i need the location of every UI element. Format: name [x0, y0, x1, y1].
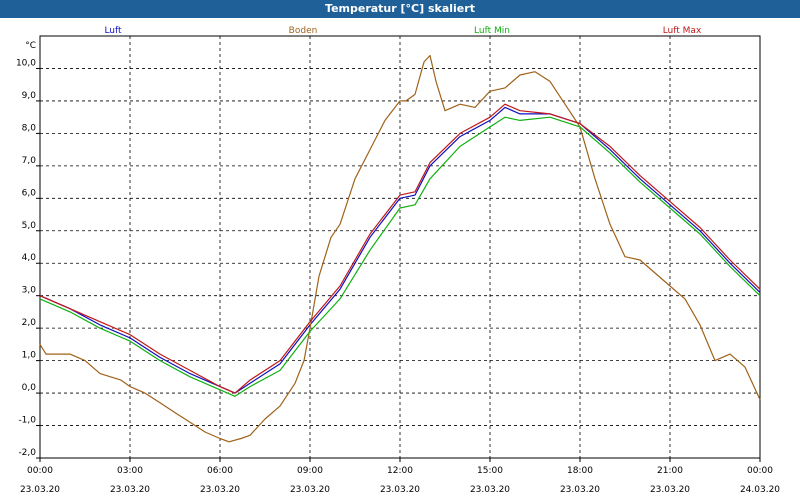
- y-tick-label: 0,0: [22, 383, 37, 393]
- legend-label-luft-max: Luft Max: [663, 26, 702, 36]
- legend-label-luft-min: Luft Min: [474, 26, 510, 36]
- y-tick-label: -2,0: [18, 448, 36, 458]
- y-tick-label: 5,0: [22, 221, 37, 231]
- x-tick-date: 23.03.20: [200, 485, 240, 495]
- x-tick-time: 15:00: [477, 466, 503, 476]
- y-tick-label: 1,0: [22, 351, 37, 361]
- x-tick-time: 09:00: [297, 466, 323, 476]
- x-tick-date: 23.03.20: [650, 485, 690, 495]
- x-tick-date: 23.03.20: [380, 485, 420, 495]
- x-tick-time: 12:00: [387, 466, 413, 476]
- x-tick-date: 23.03.20: [110, 485, 150, 495]
- y-tick-label: 8,0: [22, 123, 37, 133]
- window-title: Temperatur [°C] skaliert: [0, 0, 800, 18]
- y-tick-label: 3,0: [22, 286, 37, 296]
- y-tick-label: 4,0: [22, 253, 37, 263]
- y-tick-label: 6,0: [22, 188, 37, 198]
- x-tick-time: 00:00: [27, 466, 53, 476]
- x-tick-time: 00:00: [747, 466, 773, 476]
- y-axis-label: °C: [25, 41, 36, 51]
- x-tick-time: 21:00: [657, 466, 683, 476]
- y-tick-label: 9,0: [22, 91, 37, 101]
- x-tick-time: 06:00: [207, 466, 233, 476]
- y-tick-label: 10,0: [16, 58, 36, 68]
- x-tick-date: 23.03.20: [20, 485, 60, 495]
- temperature-chart: -2,0 -1,0 0,0 1,0 2,0 3,0 4,0 5,0 6,0 7,0 8,0 9,0 10…: [16, 26, 780, 495]
- chart-window: Temperatur [°C] skaliert -2,0 -1,0 0,0 1,0 2…: [0, 0, 800, 500]
- y-tick-label: -1,0: [18, 416, 36, 426]
- legend-label-boden: Boden: [289, 26, 318, 36]
- x-tick-time: 03:00: [117, 466, 143, 476]
- x-tick-date: 23.03.20: [470, 485, 510, 495]
- legend-label-luft: Luft: [104, 26, 122, 36]
- x-tick-date: 23.03.20: [290, 485, 330, 495]
- x-tick-date: 24.03.20: [740, 485, 780, 495]
- x-tick-date: 23.03.20: [560, 485, 600, 495]
- y-tick-label: 2,0: [22, 318, 37, 328]
- y-tick-label: 7,0: [22, 156, 37, 166]
- x-tick-time: 18:00: [567, 466, 593, 476]
